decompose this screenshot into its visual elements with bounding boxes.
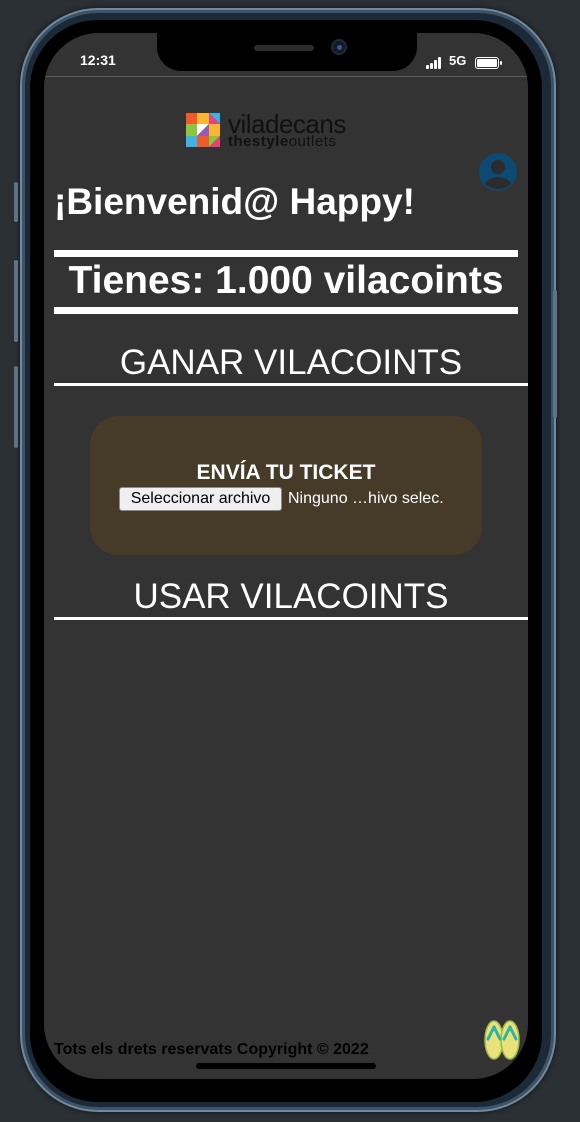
battery-icon	[475, 57, 502, 69]
balance-text: Tienes: 1.000 vilacoints	[68, 259, 504, 302]
flip-flops-icon[interactable]	[483, 1019, 521, 1061]
speaker-grille	[254, 45, 314, 51]
volume-down-button	[14, 366, 18, 448]
app-screen: 12:31 5G viladecans thestyleoutlets ¡Bie…	[44, 33, 528, 1079]
status-time: 12:31	[80, 52, 116, 68]
power-button	[553, 290, 557, 418]
use-section-title[interactable]: USAR VILACOINTS	[54, 577, 528, 617]
status-bar-divider	[44, 76, 528, 77]
balance-divider-bottom	[54, 307, 518, 314]
brand-mark-icon	[186, 113, 220, 147]
file-status: Ninguno …hivo selec.	[288, 490, 444, 507]
select-file-button[interactable]: Seleccionar archivo	[119, 487, 282, 511]
volume-up-button	[14, 260, 18, 342]
network-type: 5G	[449, 53, 467, 68]
brand-subtitle-bold: thestyle	[228, 133, 289, 150]
home-indicator[interactable]	[196, 1063, 376, 1069]
front-camera-icon	[331, 39, 347, 55]
side-button	[14, 182, 18, 222]
brand-subtitle: thestyleoutlets	[228, 133, 336, 150]
ticket-title: ENVÍA TU TICKET	[196, 461, 376, 484]
camera-notch	[157, 33, 417, 71]
earn-section-title[interactable]: GANAR VILACOINTS	[54, 343, 528, 383]
signal-icon	[426, 57, 444, 69]
send-ticket-card: ENVÍA TU TICKET Seleccionar archivo Ning…	[90, 416, 482, 555]
footer-copyright: Tots els drets reservats Copyright © 202…	[54, 1041, 369, 1058]
brand-subtitle-light: outlets	[288, 133, 337, 150]
user-icon[interactable]	[479, 153, 517, 191]
balance-divider-top	[54, 250, 518, 257]
welcome-heading: ¡Bienvenid@ Happy!	[54, 181, 415, 222]
earn-section-divider	[54, 383, 528, 386]
use-section-divider	[54, 617, 528, 620]
brand-logo[interactable]: viladecans thestyleoutlets	[186, 109, 386, 151]
